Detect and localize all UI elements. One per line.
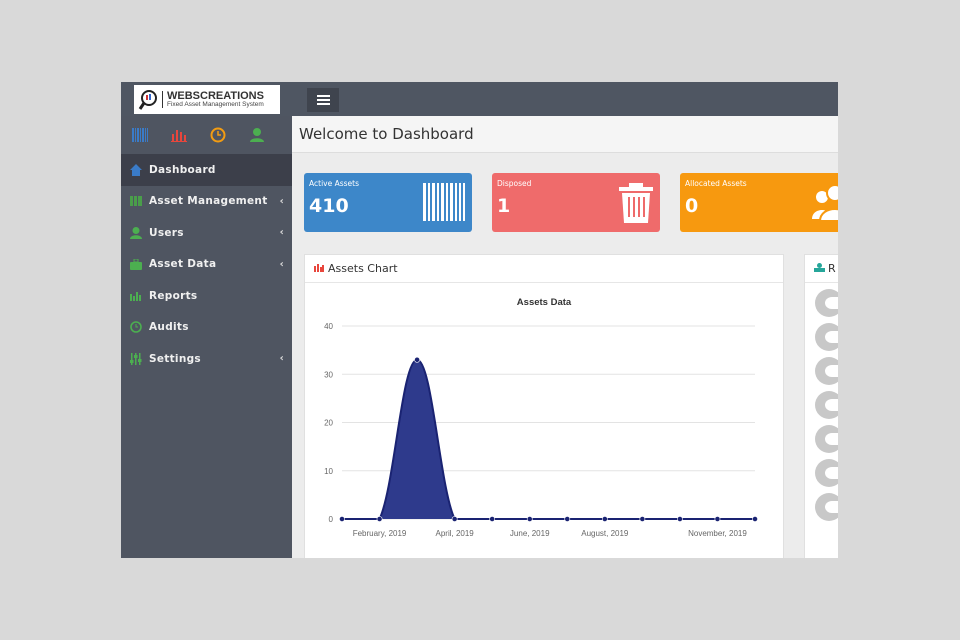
stat-label: Allocated Assets xyxy=(685,179,747,188)
chevron-left-icon: ‹ xyxy=(279,258,284,270)
y-tick-label: 20 xyxy=(324,419,333,428)
x-tick-label: June, 2019 xyxy=(510,529,550,538)
card-header: Assets Chart xyxy=(305,255,783,283)
stat-allocated-assets[interactable]: Allocated Assets 0 xyxy=(680,173,838,232)
assets-chart: Assets Data 0 10 20 30 40 February, 2019 April… xyxy=(324,297,758,538)
sidebar-item-label: Asset Management xyxy=(149,195,268,208)
trash-icon xyxy=(619,183,653,227)
y-tick-label: 40 xyxy=(324,322,333,331)
avatar[interactable] xyxy=(815,425,838,453)
quick-links xyxy=(121,116,292,154)
stat-value: 0 xyxy=(685,195,699,217)
data-point xyxy=(714,516,721,522)
page-title: Welcome to Dashboard xyxy=(292,116,838,153)
avatar[interactable] xyxy=(815,493,838,521)
data-point xyxy=(376,516,383,522)
stat-value: 1 xyxy=(497,195,511,217)
user-icon[interactable] xyxy=(248,127,266,143)
avatar[interactable] xyxy=(815,391,838,419)
app-window: WEBSCREATIONS Fixed Asset Management Sys… xyxy=(121,82,838,558)
chart-title: Assets Data xyxy=(517,297,572,308)
logo[interactable]: WEBSCREATIONS Fixed Asset Management Sys… xyxy=(134,85,280,114)
main-content: Welcome to Dashboard Active Assets 410 D… xyxy=(292,116,838,558)
bar-chart-icon[interactable] xyxy=(170,127,188,143)
clock-icon[interactable] xyxy=(209,127,227,143)
sidebar-item-label: Reports xyxy=(149,289,198,302)
sidebar-item-dashboard[interactable]: Dashboard xyxy=(121,154,292,186)
avatar[interactable] xyxy=(815,289,838,317)
data-point xyxy=(601,516,608,522)
chevron-left-icon: ‹ xyxy=(279,195,284,207)
clock-icon xyxy=(130,321,142,334)
user-icon xyxy=(130,226,142,239)
bar-chart-icon xyxy=(314,262,324,275)
briefcase-icon xyxy=(130,258,142,270)
avatar[interactable] xyxy=(815,459,838,487)
sidebar: Dashboard Asset Management ‹ Users ‹ Ass… xyxy=(121,116,292,558)
x-tick-label: November, 2019 xyxy=(688,529,747,538)
data-point xyxy=(639,516,646,522)
chevron-left-icon: ‹ xyxy=(279,227,284,239)
stat-label: Active Assets xyxy=(309,179,359,188)
sliders-icon xyxy=(130,352,142,365)
chevron-left-icon: ‹ xyxy=(279,353,284,365)
avatar[interactable] xyxy=(815,357,838,385)
data-point xyxy=(752,516,758,522)
sidebar-item-label: Settings xyxy=(149,352,201,365)
card-title: R xyxy=(828,262,836,275)
users-icon xyxy=(814,262,825,275)
data-point xyxy=(451,516,458,522)
data-point xyxy=(526,516,533,522)
data-point xyxy=(677,516,683,522)
barcode-icon xyxy=(130,195,142,207)
x-tick-label: April, 2019 xyxy=(436,529,475,538)
x-tick-label: August, 2019 xyxy=(581,529,629,538)
recent-users-card: R xyxy=(804,254,838,558)
sidebar-item-label: Asset Data xyxy=(149,258,217,271)
sidebar-item-label: Dashboard xyxy=(149,163,216,176)
data-point xyxy=(564,516,571,522)
home-icon xyxy=(130,163,142,176)
series-area xyxy=(342,359,755,519)
stat-active-assets[interactable]: Active Assets 410 xyxy=(304,173,472,232)
top-bar: WEBSCREATIONS Fixed Asset Management Sys… xyxy=(121,82,838,116)
stat-disposed[interactable]: Disposed 1 xyxy=(492,173,660,232)
magnifier-logo-icon xyxy=(138,89,158,111)
users-icon xyxy=(810,183,838,225)
card-header: R xyxy=(805,255,838,283)
stat-value: 410 xyxy=(309,195,349,217)
avatar[interactable] xyxy=(815,323,838,351)
sidebar-item-label: Users xyxy=(149,226,184,239)
x-tick-label: February, 2019 xyxy=(353,529,407,538)
sidebar-item-users[interactable]: Users ‹ xyxy=(121,217,292,249)
card-title: Assets Chart xyxy=(328,262,398,275)
data-point xyxy=(339,516,345,522)
sidebar-item-asset-data[interactable]: Asset Data ‹ xyxy=(121,249,292,281)
y-tick-label: 10 xyxy=(324,467,333,476)
sidebar-item-label: Audits xyxy=(149,321,189,334)
data-point xyxy=(489,516,496,522)
barcode-icon[interactable] xyxy=(131,127,149,143)
sidebar-toggle-button[interactable] xyxy=(307,88,339,112)
data-point xyxy=(414,356,420,363)
y-tick-label: 30 xyxy=(324,370,333,379)
y-tick-label: 0 xyxy=(329,515,334,524)
sidebar-item-settings[interactable]: Settings ‹ xyxy=(121,343,292,375)
stat-label: Disposed xyxy=(497,179,532,188)
sidebar-item-asset-management[interactable]: Asset Management ‹ xyxy=(121,186,292,218)
assets-chart-card: Assets Chart Assets Data 0 10 20 30 40 Februa… xyxy=(304,254,784,558)
barcode-icon xyxy=(423,183,465,225)
sidebar-item-audits[interactable]: Audits xyxy=(121,312,292,344)
sidebar-item-reports[interactable]: Reports xyxy=(121,280,292,312)
logo-subtitle: Fixed Asset Management System xyxy=(167,100,264,108)
bar-chart-icon xyxy=(130,290,142,302)
